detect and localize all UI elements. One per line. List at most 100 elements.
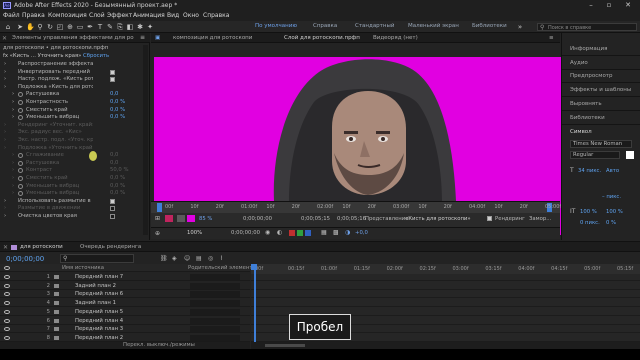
vertical-scale-value[interactable]: 100 % (580, 209, 597, 215)
effect-checkbox[interactable] (110, 198, 115, 204)
eraser-tool-icon[interactable]: ◧ (126, 23, 134, 31)
viewer-time[interactable]: 0;00;00;00 (231, 230, 260, 236)
layer-row[interactable]: 4 Задний план 1 (0, 299, 250, 308)
stopwatch-icon[interactable] (18, 160, 23, 166)
effect-property-value[interactable]: 0,0 (110, 91, 118, 98)
expand-arrow-icon[interactable]: › (12, 152, 14, 159)
stopwatch-icon[interactable] (18, 107, 23, 113)
layer-time-ruler[interactable]: 00f 10f 20f 01:00f 10f 20f 02:00f 10f 20f 03:00f 1… (151, 201, 561, 213)
minimize-button[interactable]: – (584, 1, 598, 10)
menu-help[interactable]: Справка (203, 12, 229, 19)
effect-panel-scrollbar[interactable] (143, 45, 148, 235)
tsume-value[interactable]: 0 % (606, 220, 616, 226)
effect-property-row[interactable]: › Подложка «Уточнить край» (0, 145, 150, 152)
parent-dropdown[interactable] (190, 282, 240, 289)
parent-dropdown[interactable] (190, 334, 240, 341)
effect-property-row[interactable]: › Экс. настр. подл. «Уточ. кр (0, 137, 150, 144)
effect-checkbox[interactable] (110, 77, 115, 83)
close-panel-icon[interactable]: ✕ (2, 35, 7, 42)
source-name-header[interactable]: Имя источника (62, 264, 104, 272)
effect-property-row[interactable]: › Уменьшить вибрац 0,0 % (0, 183, 150, 190)
layer-name[interactable]: Передний план 2 (75, 334, 123, 342)
font-style-dropdown[interactable]: Regular (570, 151, 620, 159)
effect-property-row[interactable]: › Подложка «Кисть для ротоскопи (0, 84, 150, 91)
baseline-shift-value[interactable]: 0 пикс. (580, 220, 600, 226)
effect-property-row[interactable]: › Сместить край 0,0 % (0, 175, 150, 182)
parent-dropdown[interactable] (190, 274, 240, 280)
show-snapshot-icon[interactable]: ◐ (277, 229, 282, 236)
render-checkbox[interactable] (487, 216, 492, 221)
menu-file[interactable]: Файл (3, 12, 20, 19)
timeline-search-input[interactable]: ⚲ (60, 254, 134, 263)
expand-arrow-icon[interactable]: › (12, 190, 14, 197)
home-icon[interactable]: ⌂ (4, 23, 12, 31)
rectangle-tool-icon[interactable]: ▭ (76, 23, 84, 31)
menu-view[interactable]: Вид (167, 12, 179, 19)
panel-effects-presets[interactable]: Эффекты и шаблоны (570, 87, 631, 93)
parent-dropdown[interactable] (190, 326, 240, 333)
freeze-button[interactable]: Замор... (529, 216, 551, 222)
type-tool-icon[interactable]: T (96, 23, 104, 31)
effect-property-row[interactable]: › Настр. подлож. «Кисть рот (0, 76, 150, 83)
effect-controls-tab[interactable]: ✕ Элементы управления эффектами для ро ≡ (0, 33, 150, 43)
expand-arrow-icon[interactable]: › (12, 167, 14, 174)
visibility-eye-icon[interactable] (4, 309, 10, 314)
tab-render-queue[interactable]: Очередь рендеринга (80, 244, 141, 250)
help-search-box[interactable]: ⚲ Поиск в справке (537, 23, 637, 31)
parent-dropdown[interactable] (190, 291, 240, 298)
timeline-zoom-bar[interactable]: Перекл. выключ./режимы (123, 342, 640, 349)
channel-blue-icon[interactable] (305, 230, 311, 236)
expand-arrow-icon[interactable]: › (4, 69, 6, 76)
close-tab-icon[interactable]: ✕ (3, 244, 8, 251)
panel-menu-icon[interactable]: ≡ (140, 34, 145, 41)
timeline-timecode[interactable]: 0;00;00;00 (6, 255, 44, 263)
overlay-color-icon[interactable] (187, 215, 195, 222)
expand-arrow-icon[interactable]: › (4, 122, 6, 129)
stopwatch-icon[interactable] (18, 176, 23, 181)
in-point-time[interactable]: 0;00;05;15 (301, 216, 330, 222)
visibility-eye-icon[interactable] (4, 301, 10, 306)
visibility-eye-icon[interactable] (4, 335, 10, 340)
panel-audio[interactable]: Аудио (570, 60, 588, 66)
duration-time[interactable]: 0;00;05;16 (337, 216, 366, 222)
channel-red-icon[interactable] (289, 230, 295, 236)
panel-align[interactable]: Выровнять (570, 101, 602, 107)
exposure-icon[interactable]: ◑ (345, 229, 350, 236)
visibility-eye-icon[interactable] (4, 327, 10, 332)
layer-row[interactable]: 2 Задний план 2 (0, 282, 250, 290)
effect-property-row[interactable]: › Размытие в движении (0, 205, 150, 212)
parent-dropdown[interactable] (190, 300, 240, 307)
effect-checkbox[interactable] (110, 214, 115, 219)
expand-arrow-icon[interactable]: › (4, 61, 6, 68)
visibility-eye-icon[interactable] (4, 292, 10, 297)
workspace-libraries[interactable]: Библиотеки (472, 23, 507, 29)
workspace-small-screen[interactable]: Маленький экран (408, 23, 459, 29)
toggle-switches-modes[interactable]: Перекл. выключ./режимы (123, 342, 195, 348)
display-dropdown[interactable]: «Кисть для ротоскопи» (405, 216, 471, 222)
effect-property-row[interactable]: › Уменьшить вибрац 0,0 % (0, 190, 150, 197)
effect-property-value[interactable]: 50,0 % (110, 167, 129, 174)
menu-effect[interactable]: Эффект (107, 12, 132, 19)
playhead-handle[interactable] (251, 264, 257, 270)
leading-value[interactable]: Авто (606, 168, 619, 174)
hand-tool-icon[interactable]: ✋ (26, 23, 35, 31)
workspace-default[interactable]: По умолчанию (255, 23, 297, 29)
stopwatch-icon[interactable] (18, 92, 23, 98)
zoom-tool-icon[interactable]: ⚲ (36, 23, 44, 31)
zoom-slider[interactable] (265, 344, 305, 347)
playhead[interactable] (254, 264, 256, 344)
effect-property-row[interactable]: › Использовать размытие в (0, 198, 150, 205)
layer-row[interactable]: 1 Передний план 7 (0, 273, 250, 281)
fill-color-swatch[interactable] (626, 151, 634, 159)
parent-header[interactable]: Родительский элемент... (188, 264, 257, 272)
effect-property-value[interactable]: 0,0 % (110, 99, 125, 106)
layer-name[interactable]: Передний план 4 (75, 317, 123, 325)
horizontal-scale-value[interactable]: 100 % (606, 209, 623, 215)
stopwatch-icon[interactable] (18, 168, 23, 174)
effect-property-row[interactable]: › Уменьшить вибрац 0,0 % (0, 114, 150, 121)
expand-arrow-icon[interactable]: › (12, 107, 14, 114)
motion-blur-icon[interactable]: ◎ (208, 255, 213, 262)
layer-name[interactable]: Задний план 2 (75, 282, 116, 290)
layer-track[interactable] (251, 299, 640, 308)
panel-info[interactable]: Информация (570, 46, 607, 52)
